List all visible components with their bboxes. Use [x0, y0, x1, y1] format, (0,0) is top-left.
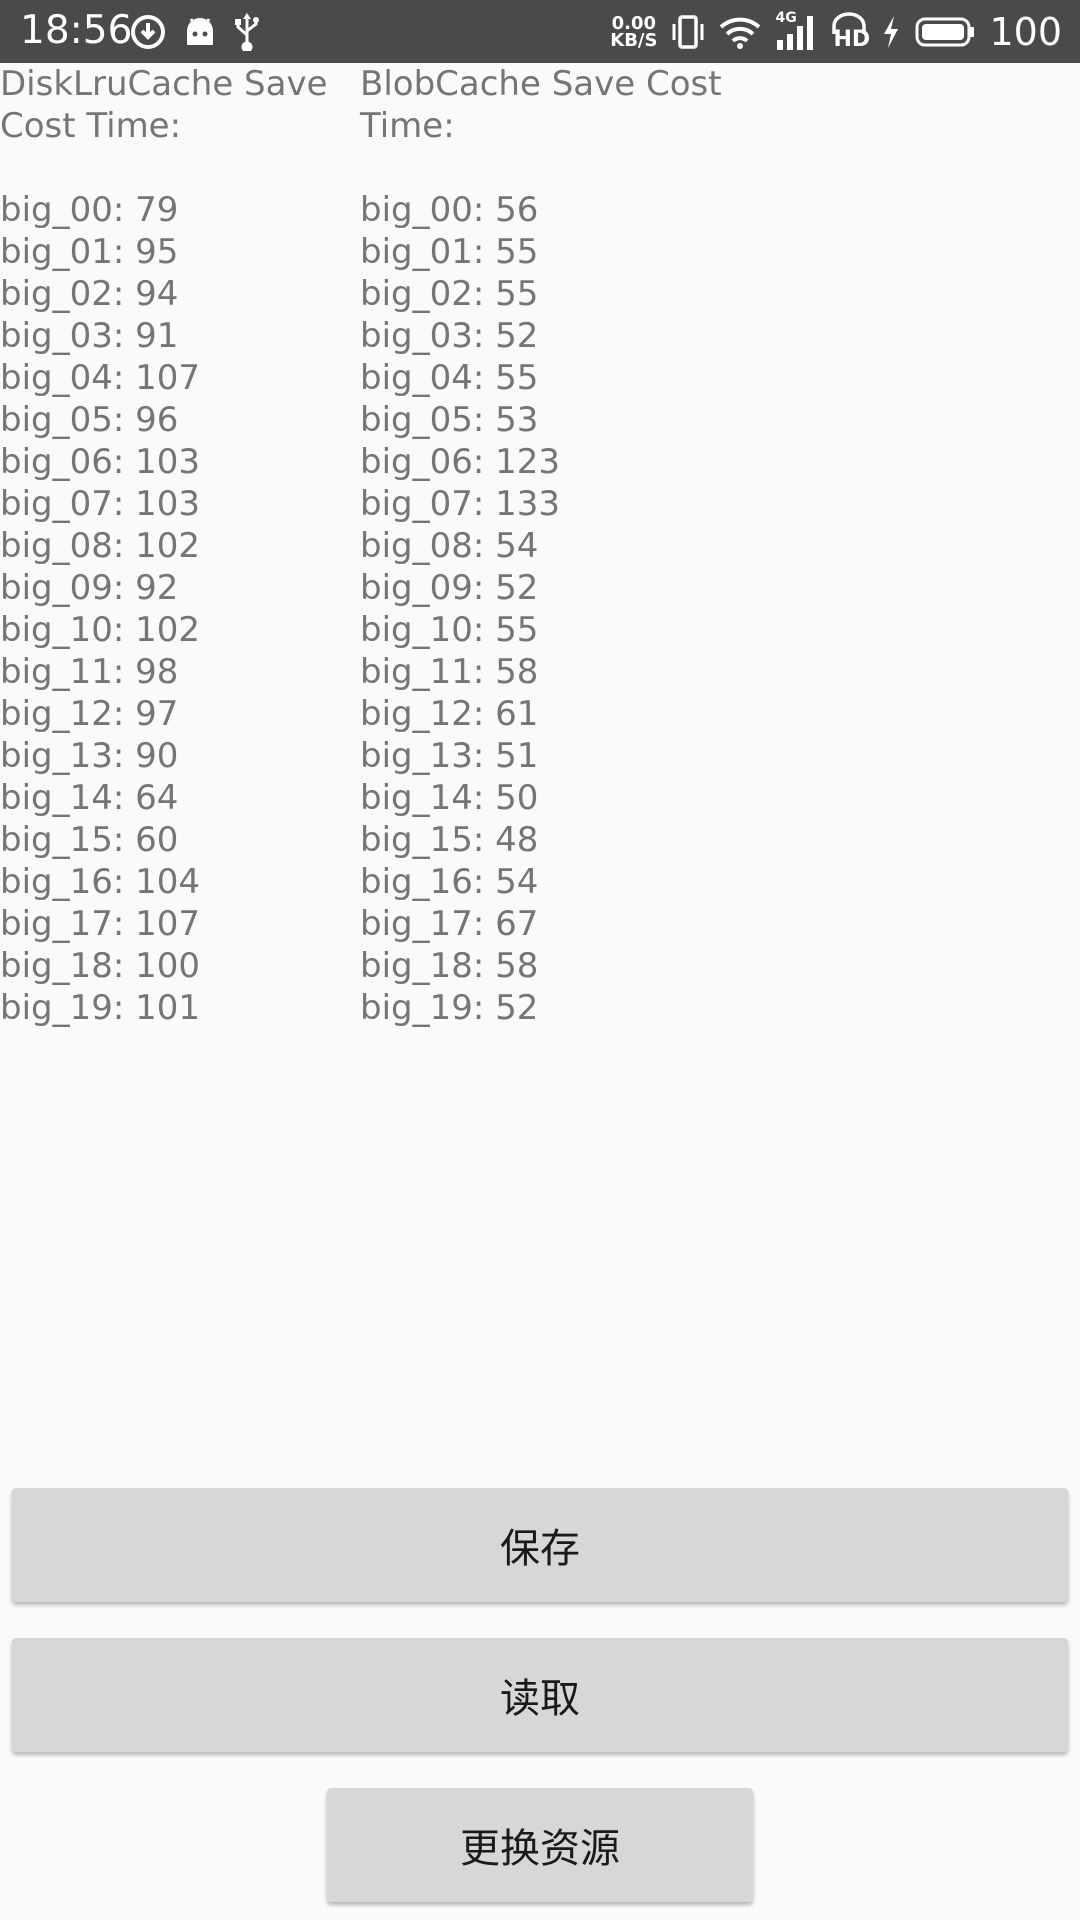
usb-icon: [234, 13, 260, 51]
disklrucache-row: big_07: 103: [0, 484, 201, 524]
disklrucache-row: big_01: 95: [0, 232, 179, 272]
blobcache-row: big_07: 133: [360, 484, 561, 524]
disklrucache-row: big_06: 103: [0, 442, 201, 482]
hd-icon: HD: [831, 12, 871, 52]
blobcache-row: big_05: 53: [360, 400, 539, 440]
blobcache-row: big_19: 52: [360, 988, 539, 1028]
blobcache-row: big_00: 56: [360, 190, 539, 230]
vibrate-icon: [671, 14, 705, 50]
disklrucache-row: big_02: 94: [0, 274, 179, 314]
disklrucache-row: big_09: 92: [0, 568, 179, 608]
signal-4g-icon: 4G: [775, 10, 817, 52]
disklrucache-row: big_16: 104: [0, 862, 201, 902]
disklrucache-row: big_08: 102: [0, 526, 201, 566]
disklrucache-row: big_11: 98: [0, 652, 179, 692]
status-time: 18:56: [20, 8, 133, 53]
blobcache-row: big_01: 55: [360, 232, 539, 272]
charging-icon: [881, 15, 901, 49]
disklrucache-title: DiskLruCache Save Cost Time:: [0, 64, 328, 146]
disklrucache-row: big_15: 60: [0, 820, 179, 860]
net-speed-unit: KB/S: [610, 30, 658, 51]
save-button[interactable]: 保存: [12, 1488, 1068, 1602]
blobcache-row: big_17: 67: [360, 904, 539, 944]
disklrucache-row: big_18: 100: [0, 946, 201, 986]
battery-level-text: 100: [989, 10, 1062, 54]
blobcache-row: big_13: 51: [360, 736, 539, 776]
disklrucache-results: DiskLruCache Save Cost Time: big_00: 79 b…: [0, 63, 350, 1029]
disklrucache-row: big_03: 91: [0, 316, 179, 356]
status-bar: 18:56 0.00 KB/S 4G HD 100: [0, 0, 1080, 63]
blobcache-row: big_03: 52: [360, 316, 539, 356]
change-resource-button[interactable]: 更换资源: [327, 1788, 753, 1902]
blobcache-results: BlobCache Save Cost Time: big_00: 56 big_…: [360, 63, 760, 1029]
blobcache-row: big_11: 58: [360, 652, 539, 692]
blobcache-row: big_08: 54: [360, 526, 539, 566]
status-right-icons: 0.00 KB/S 4G HD 100: [610, 8, 1062, 56]
blobcache-row: big_04: 55: [360, 358, 539, 398]
disklrucache-row: big_04: 107: [0, 358, 201, 398]
blobcache-title: BlobCache Save Cost Time:: [360, 64, 722, 146]
blobcache-row: big_06: 123: [360, 442, 561, 482]
blobcache-row: big_15: 48: [360, 820, 539, 860]
hd-label: HD: [833, 27, 871, 52]
disklrucache-row: big_19: 101: [0, 988, 201, 1028]
blobcache-row: big_14: 50: [360, 778, 539, 818]
blobcache-row: big_18: 58: [360, 946, 539, 986]
disklrucache-row: big_05: 96: [0, 400, 179, 440]
disklrucache-row: big_12: 97: [0, 694, 179, 734]
disklrucache-row: big_00: 79: [0, 190, 179, 230]
blobcache-row: big_10: 55: [360, 610, 539, 650]
blobcache-row: big_09: 52: [360, 568, 539, 608]
blobcache-row: big_02: 55: [360, 274, 539, 314]
disklrucache-row: big_10: 102: [0, 610, 201, 650]
read-button[interactable]: 读取: [12, 1638, 1068, 1752]
disklrucache-row: big_13: 90: [0, 736, 179, 776]
status-left-icons: [130, 12, 260, 52]
blobcache-row: big_12: 61: [360, 694, 539, 734]
battery-icon: [915, 17, 975, 47]
download-icon: [130, 14, 166, 50]
disklrucache-row: big_14: 64: [0, 778, 179, 818]
blobcache-row: big_16: 54: [360, 862, 539, 902]
disklrucache-row: big_17: 107: [0, 904, 201, 944]
net-speed-indicator: 0.00 KB/S: [610, 15, 658, 51]
android-icon: [182, 15, 218, 49]
wifi-icon: [719, 15, 761, 49]
